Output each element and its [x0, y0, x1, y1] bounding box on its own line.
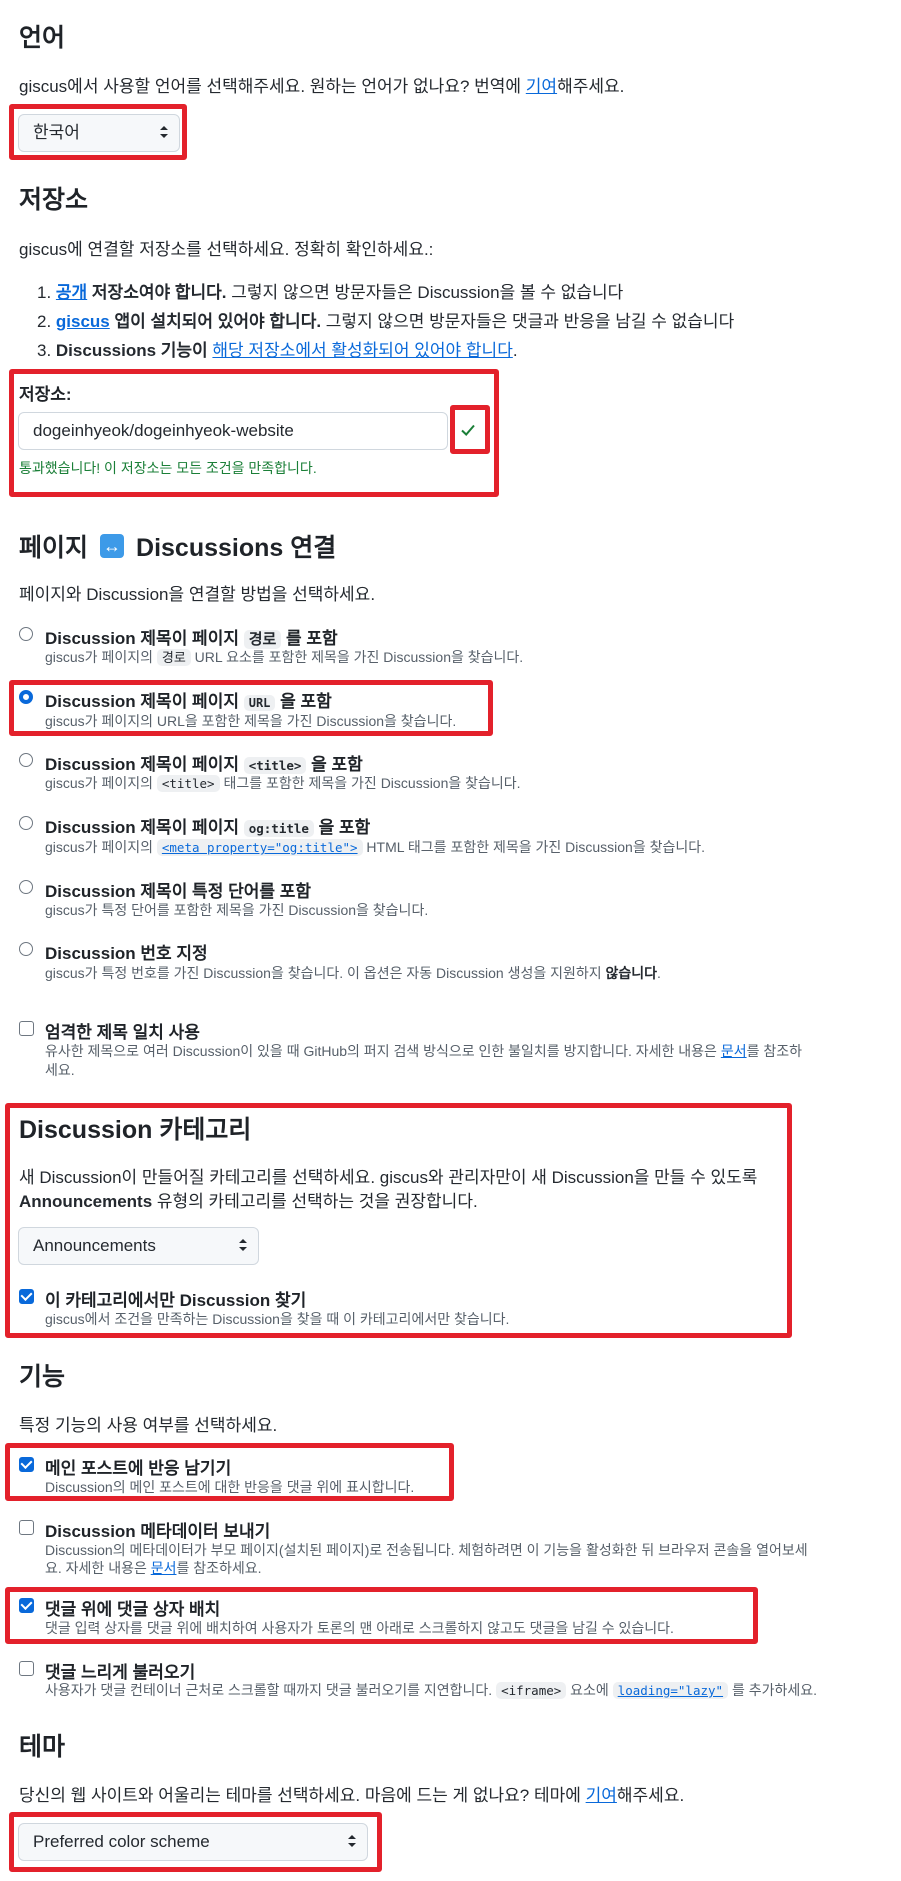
mapping-option-specific-term: Discussion 제목이 특정 단어를 포함 [45, 882, 311, 901]
lazy-load-desc: 사용자가 댓글 컨테이너 근처로 스크롤할 때까지 댓글 불러오기를 지연합니다… [45, 1682, 818, 1699]
mapping-radio-specific-term[interactable] [19, 880, 33, 894]
highlight-box [9, 104, 187, 160]
public-link[interactable]: 공개 [56, 283, 87, 302]
lazy-load-checkbox[interactable] [19, 1661, 34, 1676]
mapping-option-og-title-desc: giscus가 페이지의 <meta property="og:title"> … [45, 839, 706, 856]
features-heading: 기능 [19, 1363, 66, 1391]
highlight-box [5, 1103, 792, 1338]
mapping-option-pathname-desc: giscus가 페이지의 경로 URL 요소를 포함한 제목을 가진 Discu… [45, 649, 524, 666]
language-heading: 언어 [19, 24, 66, 52]
highlight-box [9, 1812, 382, 1872]
requirement-2: 2. giscus 앱이 설치되어 있어야 합니다. 그렇지 않으면 방문자들은… [37, 312, 735, 331]
lazy-loading-doc-link[interactable]: loading="lazy" [612, 1682, 729, 1699]
language-contribute-link[interactable]: 기여 [526, 77, 557, 96]
highlight-box [5, 1443, 454, 1501]
highlight-box [9, 369, 499, 497]
mapping-option-title: Discussion 제목이 페이지 <title> 을 포함 [45, 755, 363, 774]
mapping-heading: 페이지 ↔ Discussions 연결 [19, 534, 337, 562]
mapping-option-specific-term-desc: giscus가 특정 단어를 포함한 제목을 가진 Discussion을 찾습… [45, 902, 429, 918]
og-title-doc-link[interactable]: <meta property="og:title"> [156, 839, 363, 856]
giscus-app-link[interactable]: giscus [56, 312, 110, 331]
theme-heading: 테마 [19, 1733, 66, 1761]
mapping-radio-pathname[interactable] [19, 627, 33, 641]
strict-docs-link[interactable]: 문서 [721, 1043, 747, 1059]
language-description: giscus에서 사용할 언어를 선택해주세요. 원하는 언어가 없나요? 번역… [19, 77, 625, 96]
strict-title-checkbox[interactable] [19, 1021, 34, 1036]
repository-description: giscus에 연결할 저장소를 선택하세요. 정확히 확인하세요.: [19, 240, 434, 259]
metadata-checkbox[interactable] [19, 1520, 34, 1535]
strict-title-label: 엄격한 제목 일치 사용 [45, 1023, 200, 1042]
highlight-box [9, 680, 493, 736]
metadata-desc-line2: 요. 자세한 내용은 문서를 참조하세요. [45, 1560, 262, 1576]
requirement-3: 3. Discussions 기능이 해당 저장소에서 활성화되어 있어야 합니… [37, 341, 518, 360]
left-right-arrow-icon: ↔ [100, 534, 125, 558]
mapping-radio-number[interactable] [19, 942, 33, 956]
metadata-label: Discussion 메타데이터 보내기 [45, 1522, 271, 1541]
highlight-box [5, 1587, 758, 1644]
mapping-option-pathname: Discussion 제목이 페이지 경로 를 포함 [45, 629, 338, 649]
repository-heading: 저장소 [19, 186, 89, 214]
theme-description: 당신의 웹 사이트와 어울리는 테마를 선택하세요. 마음에 드는 게 없나요?… [19, 1786, 685, 1805]
enable-discussions-link[interactable]: 해당 저장소에서 활성화되어 있어야 합니다 [212, 341, 512, 360]
mapping-radio-title[interactable] [19, 753, 33, 767]
metadata-docs-link[interactable]: 문서 [151, 1560, 177, 1576]
theme-contribute-link[interactable]: 기여 [586, 1786, 617, 1805]
mapping-description: 페이지와 Discussion을 연결할 방법을 선택하세요. [19, 585, 376, 604]
strict-title-desc-line1: 유사한 제목으로 여러 Discussion이 있을 때 GitHub의 퍼지 … [45, 1043, 803, 1059]
mapping-option-number-desc: giscus가 특정 번호를 가진 Discussion을 찾습니다. 이 옵션… [45, 965, 661, 981]
mapping-option-og-title: Discussion 제목이 페이지 og:title 을 포함 [45, 818, 371, 837]
mapping-option-title-desc: giscus가 페이지의 <title> 태그를 포함한 제목을 가진 Disc… [45, 775, 521, 792]
strict-title-desc-line2: 세요. [45, 1062, 75, 1078]
features-description: 특정 기능의 사용 여부를 선택하세요. [19, 1416, 278, 1435]
mapping-option-number: Discussion 번호 지정 [45, 944, 208, 963]
mapping-radio-og-title[interactable] [19, 816, 33, 830]
metadata-desc-line1: Discussion의 메타데이터가 부모 페이지(설치된 페이지)로 전송됩니… [45, 1542, 808, 1558]
requirement-1: 1. 공개 저장소여야 합니다. 그렇지 않으면 방문자들은 Discussio… [37, 283, 624, 302]
